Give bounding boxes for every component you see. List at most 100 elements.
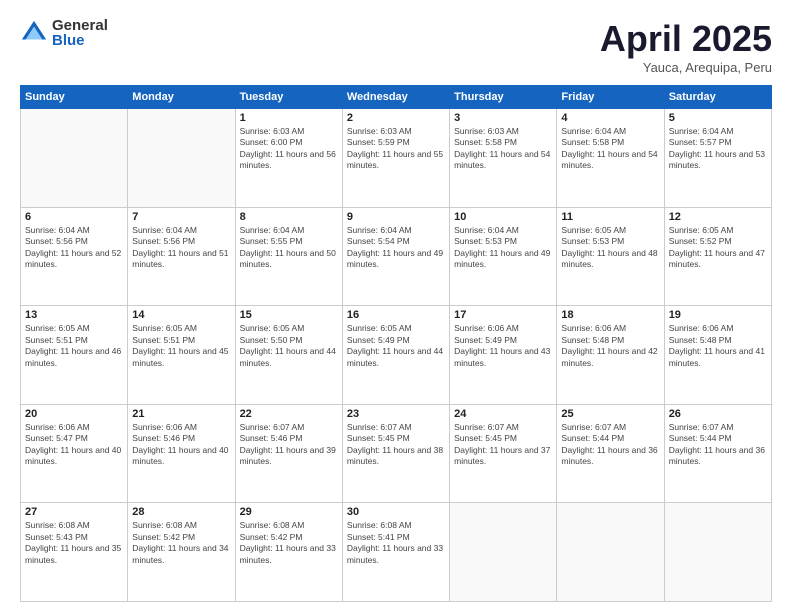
day-number: 23: [347, 408, 445, 420]
day-info: Sunrise: 6:04 AM Sunset: 5:55 PM Dayligh…: [240, 225, 338, 271]
day-info: Sunrise: 6:03 AM Sunset: 5:59 PM Dayligh…: [347, 126, 445, 172]
day-number: 13: [25, 309, 123, 321]
day-cell: 7 Sunrise: 6:04 AM Sunset: 5:56 PM Daylig…: [128, 207, 235, 306]
day-number: 24: [454, 408, 552, 420]
day-info: Sunrise: 6:06 AM Sunset: 5:46 PM Dayligh…: [132, 422, 230, 468]
day-info: Sunrise: 6:04 AM Sunset: 5:56 PM Dayligh…: [132, 225, 230, 271]
day-cell: [450, 503, 557, 602]
day-info: Sunrise: 6:07 AM Sunset: 5:44 PM Dayligh…: [669, 422, 767, 468]
day-info: Sunrise: 6:05 AM Sunset: 5:50 PM Dayligh…: [240, 323, 338, 369]
day-info: Sunrise: 6:06 AM Sunset: 5:48 PM Dayligh…: [669, 323, 767, 369]
day-info: Sunrise: 6:04 AM Sunset: 5:54 PM Dayligh…: [347, 225, 445, 271]
day-cell: 23 Sunrise: 6:07 AM Sunset: 5:45 PM Dayli…: [342, 404, 449, 503]
day-cell: 10Sunrise: 6:04 AM Sunset: 5:53 PM Dayli…: [450, 207, 557, 306]
day-info: Sunrise: 6:07 AM Sunset: 5:44 PM Dayligh…: [561, 422, 659, 468]
day-number: 20: [25, 408, 123, 420]
day-cell: [557, 503, 664, 602]
week-row-4: 20 Sunrise: 6:06 AM Sunset: 5:47 PM Dayli…: [21, 404, 772, 503]
day-number: 7: [132, 211, 230, 223]
day-number: 6: [25, 211, 123, 223]
week-row-1: 1 Sunrise: 6:03 AM Sunset: 6:00 PM Daylig…: [21, 109, 772, 208]
day-cell: 6 Sunrise: 6:04 AM Sunset: 5:56 PM Daylig…: [21, 207, 128, 306]
logo-general: General: [52, 18, 108, 33]
day-info: Sunrise: 6:05 AM Sunset: 5:51 PM Dayligh…: [25, 323, 123, 369]
title-area: April 2025 Yauca, Arequipa, Peru: [600, 18, 772, 75]
day-cell: 28 Sunrise: 6:08 AM Sunset: 5:42 PM Dayli…: [128, 503, 235, 602]
day-cell: [664, 503, 771, 602]
day-number: 2: [347, 112, 445, 124]
calendar-table: SundayMondayTuesdayWednesdayThursdayFrid…: [20, 85, 772, 602]
day-number: 9: [347, 211, 445, 223]
weekday-header-wednesday: Wednesday: [342, 86, 449, 109]
weekday-header-sunday: Sunday: [21, 86, 128, 109]
day-cell: 20 Sunrise: 6:06 AM Sunset: 5:47 PM Dayli…: [21, 404, 128, 503]
day-info: Sunrise: 6:08 AM Sunset: 5:42 PM Dayligh…: [240, 520, 338, 566]
day-info: Sunrise: 6:08 AM Sunset: 5:42 PM Dayligh…: [132, 520, 230, 566]
day-info: Sunrise: 6:07 AM Sunset: 5:45 PM Dayligh…: [347, 422, 445, 468]
weekday-header-saturday: Saturday: [664, 86, 771, 109]
weekday-header-friday: Friday: [557, 86, 664, 109]
week-row-2: 6 Sunrise: 6:04 AM Sunset: 5:56 PM Daylig…: [21, 207, 772, 306]
day-number: 22: [240, 408, 338, 420]
day-cell: 1 Sunrise: 6:03 AM Sunset: 6:00 PM Daylig…: [235, 109, 342, 208]
day-info: Sunrise: 6:06 AM Sunset: 5:48 PM Dayligh…: [561, 323, 659, 369]
week-row-3: 13 Sunrise: 6:05 AM Sunset: 5:51 PM Dayli…: [21, 306, 772, 405]
day-info: Sunrise: 6:05 AM Sunset: 5:49 PM Dayligh…: [347, 323, 445, 369]
logo: General Blue: [20, 18, 108, 48]
day-number: 4: [561, 112, 659, 124]
day-number: 11: [561, 211, 659, 223]
day-number: 12: [669, 211, 767, 223]
day-cell: 9 Sunrise: 6:04 AM Sunset: 5:54 PM Daylig…: [342, 207, 449, 306]
day-cell: 16Sunrise: 6:05 AM Sunset: 5:49 PM Dayli…: [342, 306, 449, 405]
day-number: 1: [240, 112, 338, 124]
weekday-header-thursday: Thursday: [450, 86, 557, 109]
day-cell: 15 Sunrise: 6:05 AM Sunset: 5:50 PM Dayli…: [235, 306, 342, 405]
day-number: 28: [132, 506, 230, 518]
day-cell: 17Sunrise: 6:06 AM Sunset: 5:49 PM Dayli…: [450, 306, 557, 405]
day-cell: 12 Sunrise: 6:05 AM Sunset: 5:52 PM Dayli…: [664, 207, 771, 306]
day-cell: 30Sunrise: 6:08 AM Sunset: 5:41 PM Dayli…: [342, 503, 449, 602]
header: General Blue April 2025 Yauca, Arequipa,…: [20, 18, 772, 75]
day-number: 25: [561, 408, 659, 420]
day-number: 14: [132, 309, 230, 321]
day-cell: 5Sunrise: 6:04 AM Sunset: 5:57 PM Daylig…: [664, 109, 771, 208]
day-info: Sunrise: 6:05 AM Sunset: 5:52 PM Dayligh…: [669, 225, 767, 271]
day-cell: 24 Sunrise: 6:07 AM Sunset: 5:45 PM Dayli…: [450, 404, 557, 503]
day-cell: [128, 109, 235, 208]
weekday-header-tuesday: Tuesday: [235, 86, 342, 109]
day-number: 27: [25, 506, 123, 518]
day-number: 10: [454, 211, 552, 223]
day-number: 29: [240, 506, 338, 518]
day-cell: 29 Sunrise: 6:08 AM Sunset: 5:42 PM Dayli…: [235, 503, 342, 602]
day-number: 19: [669, 309, 767, 321]
day-cell: 2 Sunrise: 6:03 AM Sunset: 5:59 PM Daylig…: [342, 109, 449, 208]
logo-blue: Blue: [52, 33, 108, 48]
day-number: 17: [454, 309, 552, 321]
day-info: Sunrise: 6:03 AM Sunset: 5:58 PM Dayligh…: [454, 126, 552, 172]
day-cell: 22 Sunrise: 6:07 AM Sunset: 5:46 PM Dayli…: [235, 404, 342, 503]
day-cell: [21, 109, 128, 208]
location: Yauca, Arequipa, Peru: [600, 60, 772, 75]
day-cell: 26Sunrise: 6:07 AM Sunset: 5:44 PM Dayli…: [664, 404, 771, 503]
day-cell: 19 Sunrise: 6:06 AM Sunset: 5:48 PM Dayli…: [664, 306, 771, 405]
day-info: Sunrise: 6:07 AM Sunset: 5:45 PM Dayligh…: [454, 422, 552, 468]
day-info: Sunrise: 6:08 AM Sunset: 5:43 PM Dayligh…: [25, 520, 123, 566]
day-cell: 25 Sunrise: 6:07 AM Sunset: 5:44 PM Dayli…: [557, 404, 664, 503]
day-info: Sunrise: 6:04 AM Sunset: 5:56 PM Dayligh…: [25, 225, 123, 271]
day-cell: 21 Sunrise: 6:06 AM Sunset: 5:46 PM Dayli…: [128, 404, 235, 503]
day-number: 8: [240, 211, 338, 223]
day-info: Sunrise: 6:04 AM Sunset: 5:57 PM Dayligh…: [669, 126, 767, 172]
day-cell: 14Sunrise: 6:05 AM Sunset: 5:51 PM Dayli…: [128, 306, 235, 405]
day-info: Sunrise: 6:05 AM Sunset: 5:53 PM Dayligh…: [561, 225, 659, 271]
day-info: Sunrise: 6:07 AM Sunset: 5:46 PM Dayligh…: [240, 422, 338, 468]
day-info: Sunrise: 6:03 AM Sunset: 6:00 PM Dayligh…: [240, 126, 338, 172]
day-cell: 11 Sunrise: 6:05 AM Sunset: 5:53 PM Dayli…: [557, 207, 664, 306]
day-number: 15: [240, 309, 338, 321]
day-cell: 3Sunrise: 6:03 AM Sunset: 5:58 PM Daylig…: [450, 109, 557, 208]
logo-icon: [20, 19, 48, 47]
day-cell: 18Sunrise: 6:06 AM Sunset: 5:48 PM Dayli…: [557, 306, 664, 405]
day-cell: 4Sunrise: 6:04 AM Sunset: 5:58 PM Daylig…: [557, 109, 664, 208]
day-info: Sunrise: 6:06 AM Sunset: 5:47 PM Dayligh…: [25, 422, 123, 468]
day-cell: 13 Sunrise: 6:05 AM Sunset: 5:51 PM Dayli…: [21, 306, 128, 405]
day-number: 21: [132, 408, 230, 420]
